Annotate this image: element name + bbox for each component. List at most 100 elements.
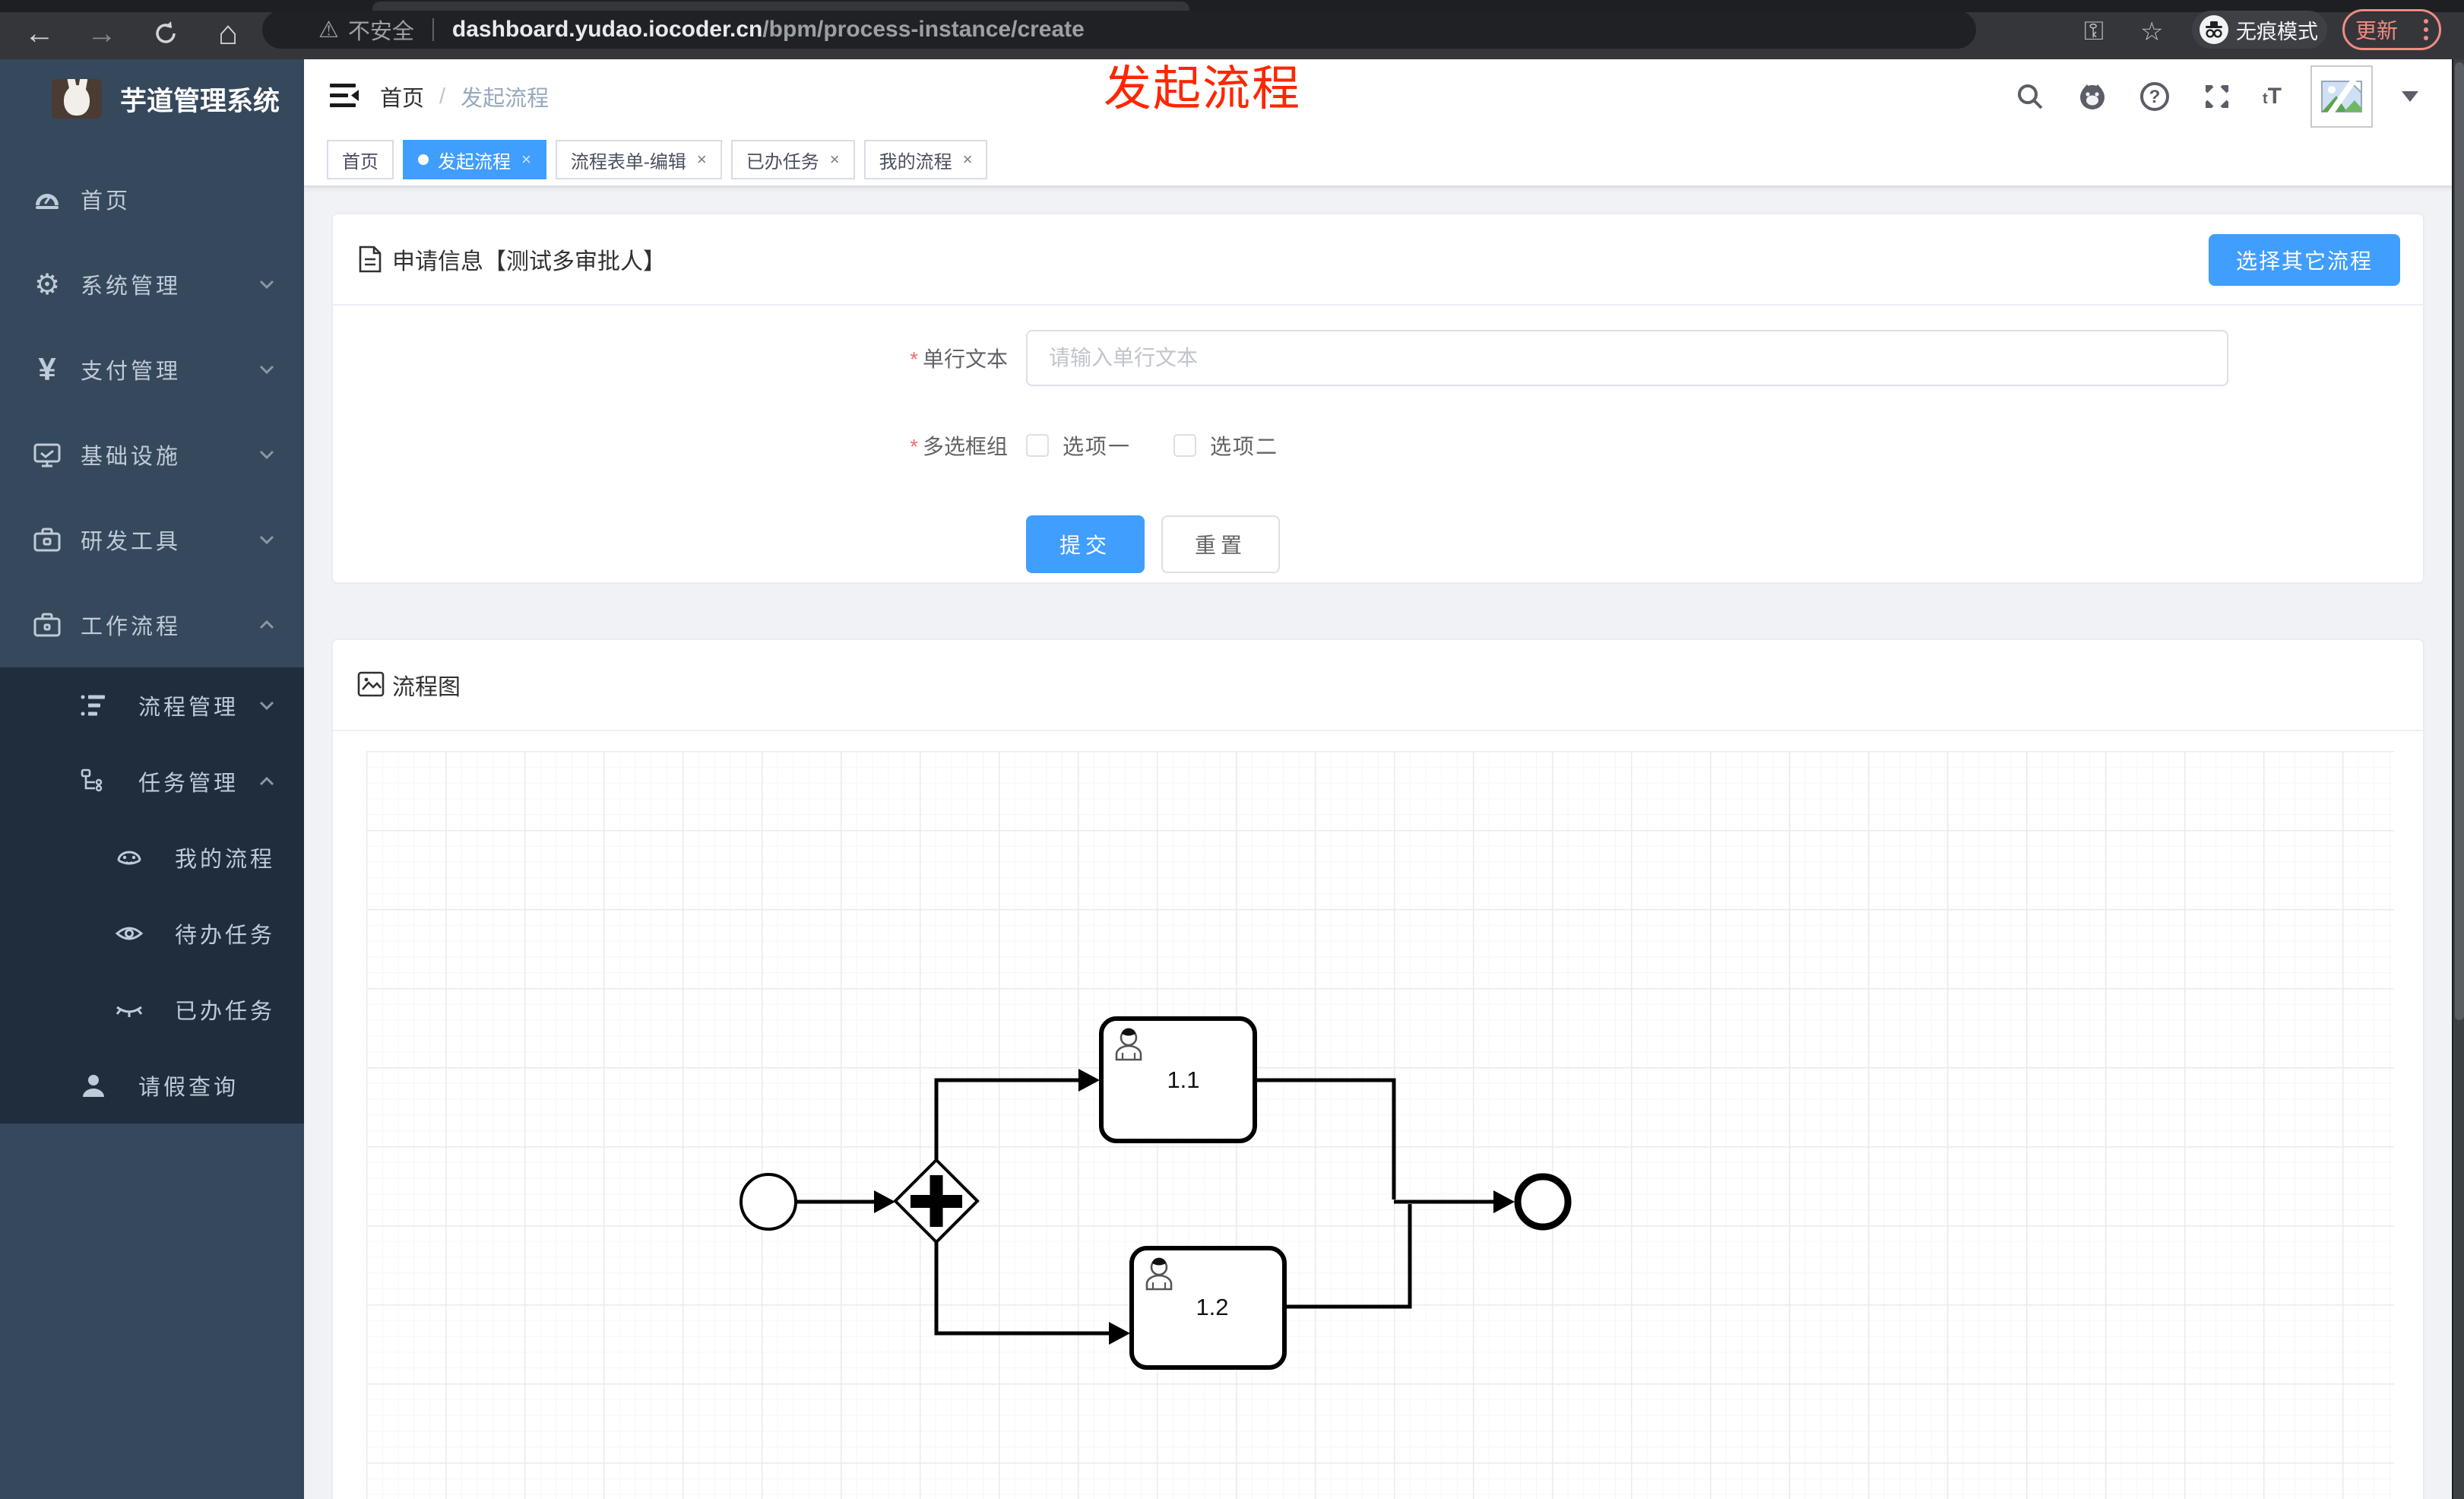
page-scrollbar[interactable] bbox=[2452, 59, 2464, 1499]
font-size-icon[interactable]: tT bbox=[2263, 84, 2282, 109]
yen-icon: ¥ bbox=[38, 351, 56, 387]
svg-text:?: ? bbox=[2149, 87, 2161, 107]
tag-home[interactable]: 首页 bbox=[327, 140, 394, 179]
checkbox-option-one[interactable]: 选项一 bbox=[1026, 430, 1131, 461]
tag-close-icon[interactable]: × bbox=[521, 150, 531, 170]
sidebar-item-workflow[interactable]: 工作流程 bbox=[0, 582, 304, 667]
tag-form-edit[interactable]: 流程表单-编辑 × bbox=[555, 140, 722, 179]
eye-icon bbox=[114, 918, 144, 949]
reload-icon bbox=[156, 21, 176, 43]
sidebar-item-label: 研发工具 bbox=[81, 530, 182, 554]
task-label: 1.2 bbox=[1196, 1294, 1228, 1320]
browser-reload-button[interactable] bbox=[144, 12, 187, 55]
chevron-down-icon bbox=[259, 450, 274, 460]
bpmn-user-task-1[interactable]: 1.1 bbox=[1099, 1016, 1257, 1143]
insecure-label: 不安全 bbox=[347, 20, 414, 44]
sidebar-item-label: 我的流程 bbox=[175, 848, 276, 872]
bpmn-start-event[interactable] bbox=[740, 1173, 797, 1231]
avatar-dropdown-caret[interactable] bbox=[2402, 91, 2418, 102]
sidebar-item-system[interactable]: ⚙ 系统管理 bbox=[0, 242, 304, 327]
url-path: /bpm/process-instance/create bbox=[762, 17, 1085, 42]
sidebar-item-task-mgmt[interactable]: 任务管理 bbox=[0, 743, 304, 819]
tag-start-process[interactable]: 发起流程 × bbox=[403, 140, 546, 179]
tag-close-icon[interactable]: × bbox=[697, 150, 707, 170]
address-bar[interactable]: ⚠ 不安全 dashboard.yudao.iocoder.cn/bpm/pro… bbox=[262, 11, 1976, 49]
help-icon[interactable]: ? bbox=[2138, 80, 2171, 113]
sidebar-item-todo-tasks[interactable]: 待办任务 bbox=[0, 895, 304, 971]
browser-menu-icon[interactable] bbox=[2424, 19, 2428, 40]
breadcrumb-current: 发起流程 bbox=[461, 87, 549, 111]
monitor-icon bbox=[30, 438, 64, 471]
tag-close-icon[interactable]: × bbox=[963, 150, 973, 170]
tag-my-process[interactable]: 我的流程 × bbox=[863, 140, 988, 179]
sidebar-item-my-process[interactable]: 我的流程 bbox=[0, 819, 304, 895]
bookmark-star-icon[interactable]: ☆ bbox=[2140, 17, 2163, 47]
dashboard-icon bbox=[30, 182, 64, 216]
bpmn-user-task-2[interactable]: 1.2 bbox=[1129, 1246, 1287, 1370]
sidebar-item-home[interactable]: 首页 bbox=[0, 157, 304, 242]
browser-update-button[interactable]: 更新 bbox=[2342, 9, 2441, 50]
toolbox-icon bbox=[30, 523, 64, 556]
avatar[interactable] bbox=[2310, 65, 2373, 128]
url-host: dashboard.yudao.iocoder.cn bbox=[451, 17, 763, 42]
password-key-icon[interactable]: ⚿ bbox=[2084, 17, 2104, 46]
chevron-down-icon bbox=[259, 701, 274, 711]
bpmn-canvas[interactable]: 1.1 1.2 bbox=[366, 751, 2394, 1499]
checkbox-label: 选项二 bbox=[1210, 435, 1279, 458]
sidebar-item-process-mgmt[interactable]: 流程管理 bbox=[0, 667, 304, 743]
checkbox-icon[interactable] bbox=[1026, 434, 1049, 457]
gear-icon: ⚙ bbox=[33, 268, 61, 301]
checkbox-option-two[interactable]: 选项二 bbox=[1173, 430, 1278, 461]
fullscreen-icon[interactable] bbox=[2200, 80, 2234, 113]
main-content: 申请信息【测试多审批人】 选择其它流程 *单行文本 *多选框组 选项一 选项二 bbox=[304, 187, 2464, 1499]
browser-forward-button[interactable]: → bbox=[81, 12, 123, 55]
breadcrumb-home[interactable]: 首页 bbox=[380, 81, 424, 113]
eye-closed-icon bbox=[114, 994, 144, 1025]
github-icon[interactable] bbox=[2076, 80, 2109, 113]
sidebar-logo[interactable]: 芋道管理系统 bbox=[0, 59, 304, 138]
sidebar-item-leave-query[interactable]: 请假查询 bbox=[0, 1047, 304, 1123]
sidebar-item-label: 待办任务 bbox=[175, 924, 276, 948]
browser-home-button[interactable]: ⌂ bbox=[207, 12, 249, 55]
sidebar-item-label: 支付管理 bbox=[81, 360, 182, 384]
tag-close-icon[interactable]: × bbox=[830, 150, 840, 170]
tag-label: 我的流程 bbox=[879, 151, 952, 173]
chevron-up-icon bbox=[259, 776, 274, 786]
workflow-submenu: 流程管理 任务管理 我的流程 待办任务 已办任务 请假查询 bbox=[0, 667, 304, 1123]
insecure-warning-icon: ⚠ bbox=[318, 17, 339, 43]
incognito-label: 无痕模式 bbox=[2236, 20, 2318, 43]
sidebar-item-label: 基础设施 bbox=[81, 445, 182, 469]
sidebar-item-label: 请假查询 bbox=[138, 1076, 239, 1100]
submit-button[interactable]: 提交 bbox=[1026, 515, 1145, 573]
sidebar-item-infrastructure[interactable]: 基础设施 bbox=[0, 412, 304, 497]
browser-back-button[interactable]: ← bbox=[18, 12, 61, 55]
tag-active-dot bbox=[418, 154, 429, 165]
checkbox-icon[interactable] bbox=[1173, 434, 1197, 457]
sidebar-item-label: 首页 bbox=[81, 189, 131, 214]
single-line-text-input[interactable] bbox=[1026, 330, 2228, 386]
form-row-checkbox: * 多选框组 选项一 选项二 bbox=[333, 430, 2423, 461]
apply-info-card: 申请信息【测试多审批人】 选择其它流程 *单行文本 *多选框组 选项一 选项二 bbox=[331, 213, 2424, 584]
bpmn-parallel-gateway[interactable] bbox=[893, 1158, 980, 1244]
sidebar: 芋道管理系统 首页 ⚙ 系统管理 ¥ 支付管理 基础设施 研发工具 工作流程 流… bbox=[0, 59, 304, 1499]
broken-image-icon bbox=[2321, 81, 2362, 113]
briefcase-icon bbox=[30, 608, 64, 642]
scrollbar-thumb[interactable] bbox=[2455, 62, 2464, 1020]
user-icon bbox=[79, 1071, 108, 1100]
choose-other-process-button[interactable]: 选择其它流程 bbox=[2208, 234, 2400, 286]
required-asterisk: * bbox=[910, 435, 918, 458]
logo-title: 芋道管理系统 bbox=[120, 86, 280, 116]
incognito-badge: 无痕模式 bbox=[2192, 11, 2327, 49]
sidebar-item-devtools[interactable]: 研发工具 bbox=[0, 497, 304, 582]
chevron-down-icon bbox=[259, 280, 274, 290]
reset-button[interactable]: 重置 bbox=[1161, 515, 1281, 573]
tag-done-tasks[interactable]: 已办任务 × bbox=[730, 140, 855, 179]
search-icon[interactable] bbox=[2013, 80, 2047, 113]
sidebar-collapse-icon[interactable] bbox=[328, 79, 362, 113]
app-navbar: 首页 / 发起流程 ? tT bbox=[304, 59, 2464, 134]
bpmn-end-event[interactable] bbox=[1514, 1173, 1572, 1231]
sidebar-item-done-tasks[interactable]: 已办任务 bbox=[0, 971, 304, 1047]
tag-label: 首页 bbox=[342, 151, 378, 173]
card-title: 申请信息【测试多审批人】 bbox=[392, 249, 666, 274]
sidebar-item-payment[interactable]: ¥ 支付管理 bbox=[0, 327, 304, 412]
